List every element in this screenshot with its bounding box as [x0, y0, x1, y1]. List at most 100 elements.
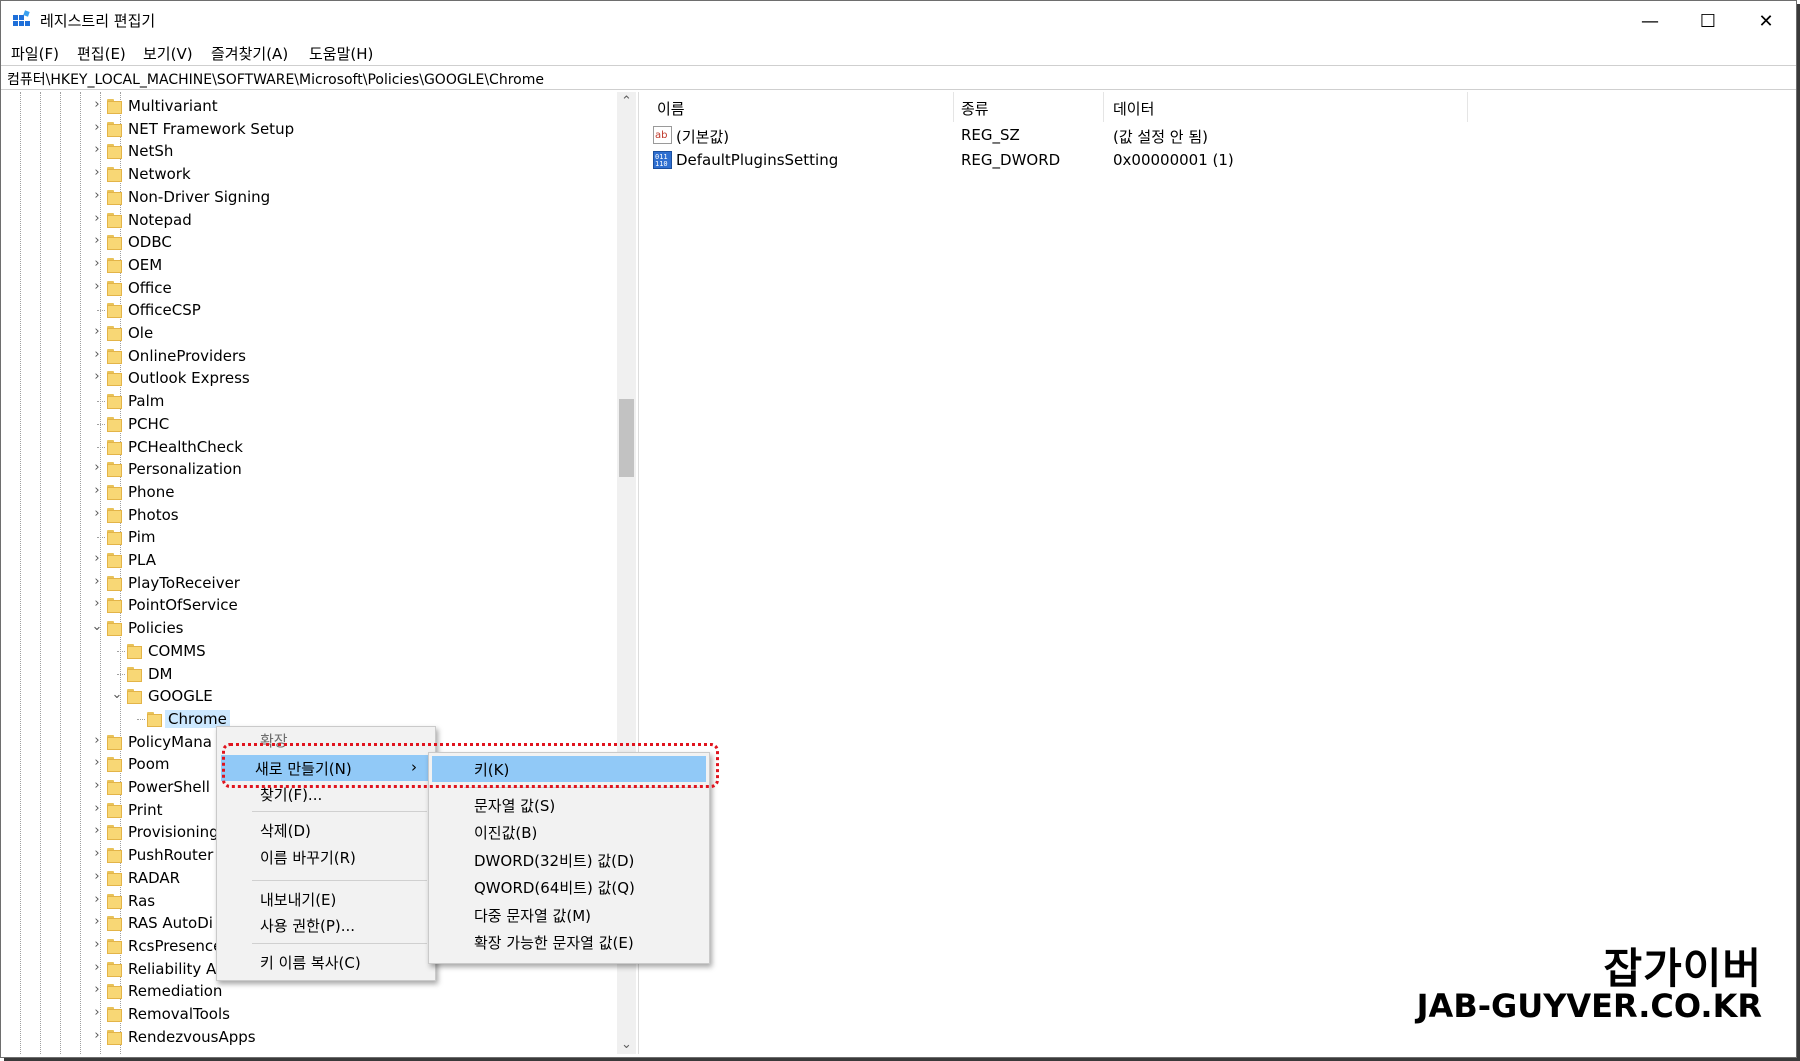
chevron-right-icon[interactable]: ›	[90, 937, 104, 953]
tree-item-net-framework-setup[interactable]: › NET Framework Setup	[3, 118, 613, 140]
chevron-right-icon[interactable]: ›	[90, 574, 104, 590]
tree-item-dm[interactable]: DM	[3, 663, 613, 685]
chevron-right-icon[interactable]: ›	[90, 892, 104, 908]
close-button[interactable]: ✕	[1737, 1, 1795, 41]
menu-help[interactable]: 도움말(H)	[309, 43, 373, 64]
chevron-right-icon[interactable]: ›	[90, 846, 104, 862]
minimize-button[interactable]: —	[1621, 1, 1679, 41]
scroll-down-icon[interactable]: ⌄	[617, 1035, 636, 1054]
scroll-up-icon[interactable]: ⌃	[617, 92, 636, 111]
value-row[interactable]: ab (기본값) REG_SZ (값 설정 안 됨)	[647, 124, 1547, 148]
tree-item-multivariant[interactable]: › Multivariant	[3, 95, 613, 117]
address-path[interactable]: 컴퓨터\HKEY_LOCAL_MACHINE\SOFTWARE\Microsof…	[7, 69, 544, 89]
chevron-right-icon[interactable]: ›	[90, 755, 104, 771]
chevron-right-icon[interactable]: ›	[90, 733, 104, 749]
chevron-right-icon[interactable]: ›	[90, 1028, 104, 1044]
chevron-down-icon[interactable]: ⌄	[90, 619, 104, 635]
chevron-right-icon[interactable]: ›	[90, 823, 104, 839]
chevron-right-icon[interactable]: ›	[90, 256, 104, 272]
context-item-permissions[interactable]: 사용 권한(P)...	[218, 912, 434, 938]
scroll-thumb[interactable]	[619, 399, 634, 477]
chevron-right-icon[interactable]: ›	[90, 596, 104, 612]
chevron-right-icon[interactable]: ›	[90, 165, 104, 181]
tree-item-removaltools[interactable]: › RemovalTools	[3, 1003, 613, 1025]
tree-item-comms[interactable]: COMMS	[3, 640, 613, 662]
chevron-right-icon[interactable]: ›	[90, 914, 104, 930]
column-header-name[interactable]: 이름	[657, 98, 685, 119]
tree-item-office[interactable]: › Office	[3, 277, 613, 299]
tree-item-notepad[interactable]: › Notepad	[3, 209, 613, 231]
tree-item-palm[interactable]: Palm	[3, 390, 613, 412]
chevron-down-icon[interactable]: ⌄	[110, 687, 124, 703]
title-bar[interactable]: 레지스트리 편집기 — ☐ ✕	[1, 1, 1796, 41]
tree-item-onlineproviders[interactable]: › OnlineProviders	[3, 345, 613, 367]
chevron-right-icon[interactable]: ›	[90, 869, 104, 885]
tree-item-pchc[interactable]: PCHC	[3, 413, 613, 435]
tree-item-officecsp[interactable]: OfficeCSP	[3, 299, 613, 321]
chevron-right-icon[interactable]: ›	[90, 1005, 104, 1021]
context-item-export[interactable]: 내보내기(E)	[218, 886, 434, 912]
submenu-item-dword[interactable]: DWORD(32비트) 값(D)	[430, 847, 708, 873]
submenu-item-string[interactable]: 문자열 값(S)	[430, 792, 708, 818]
submenu-item-expandable-string[interactable]: 확장 가능한 문자열 값(E)	[430, 929, 708, 955]
tree-item-rendezvousapps[interactable]: › RendezvousApps	[3, 1026, 613, 1048]
chevron-right-icon[interactable]: ›	[90, 120, 104, 136]
context-item-rename[interactable]: 이름 바꾸기(R)	[218, 844, 434, 870]
chevron-right-icon[interactable]: ›	[90, 233, 104, 249]
tree-item-phone[interactable]: › Phone	[3, 481, 613, 503]
chevron-right-icon[interactable]: ›	[90, 778, 104, 794]
tree-item-remediation[interactable]: › Remediation	[3, 980, 613, 1002]
chevron-right-icon[interactable]: ›	[90, 142, 104, 158]
column-separator[interactable]	[1467, 92, 1468, 122]
tree-item-label: RemovalTools	[128, 1005, 230, 1023]
chevron-right-icon[interactable]: ›	[90, 483, 104, 499]
tree-item-pim[interactable]: Pim	[3, 526, 613, 548]
tree-item-non-driver-signing[interactable]: › Non-Driver Signing	[3, 186, 613, 208]
menu-edit[interactable]: 편집(E)	[77, 43, 126, 64]
chevron-right-icon[interactable]: ›	[90, 324, 104, 340]
tree-item-pchealthcheck[interactable]: PCHealthCheck	[3, 436, 613, 458]
chevron-right-icon[interactable]: ›	[90, 97, 104, 113]
tree-item-playtoreceiver[interactable]: › PlayToReceiver	[3, 572, 613, 594]
tree-item-odbc[interactable]: › ODBC	[3, 231, 613, 253]
submenu-item-qword[interactable]: QWORD(64비트) 값(Q)	[430, 874, 708, 900]
value-row[interactable]: 011 110 DefaultPluginsSetting REG_DWORD …	[647, 149, 1547, 173]
maximize-button[interactable]: ☐	[1679, 1, 1737, 41]
tree-item-google[interactable]: ⌄ GOOGLE	[3, 685, 613, 707]
address-bar[interactable]: 컴퓨터\HKEY_LOCAL_MACHINE\SOFTWARE\Microsof…	[1, 65, 1796, 90]
menu-favorites[interactable]: 즐겨찾기(A)	[211, 43, 288, 64]
tree-item-ole[interactable]: › Ole	[3, 322, 613, 344]
tree-item-pla[interactable]: › PLA	[3, 549, 613, 571]
chevron-right-icon[interactable]: ›	[90, 211, 104, 227]
tree-item-policies[interactable]: ⌄ Policies	[3, 617, 613, 639]
chevron-right-icon[interactable]: ›	[90, 801, 104, 817]
submenu-item-multi-string[interactable]: 다중 문자열 값(M)	[430, 902, 708, 928]
chevron-right-icon[interactable]: ›	[90, 347, 104, 363]
column-separator[interactable]	[953, 92, 954, 122]
values-list-pane[interactable]: 이름 종류 데이터 ab (기본값) REG_SZ (값 설정 안 됨) 011…	[647, 92, 1795, 1054]
chevron-right-icon[interactable]: ›	[90, 982, 104, 998]
tree-item-personalization[interactable]: › Personalization	[3, 458, 613, 480]
chevron-right-icon[interactable]: ›	[90, 506, 104, 522]
tree-connector-line	[137, 718, 145, 720]
column-header-type[interactable]: 종류	[961, 98, 989, 119]
tree-item-netsh[interactable]: › NetSh	[3, 140, 613, 162]
submenu-item-binary[interactable]: 이진값(B)	[430, 819, 708, 845]
menu-file[interactable]: 파일(F)	[11, 43, 59, 64]
chevron-right-icon[interactable]: ›	[90, 369, 104, 385]
context-item-copy-key-name[interactable]: 키 이름 복사(C)	[218, 949, 434, 975]
tree-item-pointofservice[interactable]: › PointOfService	[3, 594, 613, 616]
tree-item-network[interactable]: › Network	[3, 163, 613, 185]
chevron-right-icon[interactable]: ›	[90, 460, 104, 476]
tree-item-photos[interactable]: › Photos	[3, 504, 613, 526]
chevron-right-icon[interactable]: ›	[90, 279, 104, 295]
tree-item-oem[interactable]: › OEM	[3, 254, 613, 276]
column-separator[interactable]	[1103, 92, 1104, 122]
chevron-right-icon[interactable]: ›	[90, 960, 104, 976]
tree-item-outlook-express[interactable]: › Outlook Express	[3, 367, 613, 389]
chevron-right-icon[interactable]: ›	[90, 551, 104, 567]
context-item-delete[interactable]: 삭제(D)	[218, 817, 434, 843]
menu-view[interactable]: 보기(V)	[143, 43, 193, 64]
column-header-data[interactable]: 데이터	[1113, 98, 1154, 119]
chevron-right-icon[interactable]: ›	[90, 188, 104, 204]
